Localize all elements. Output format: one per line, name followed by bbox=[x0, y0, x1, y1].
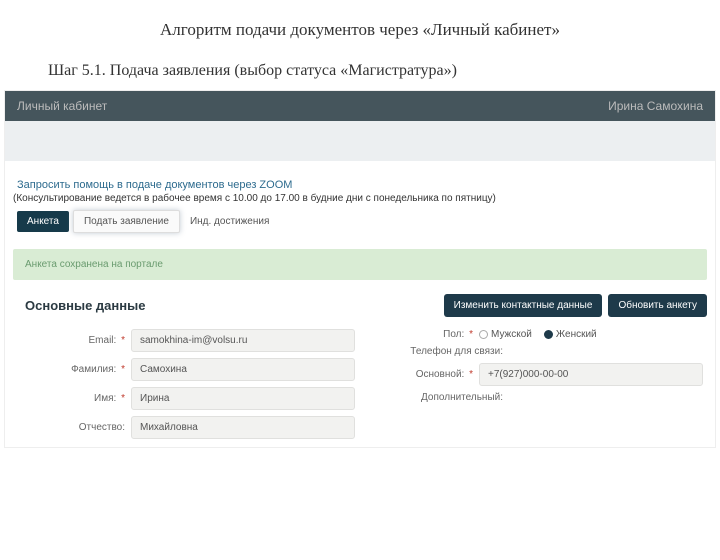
refresh-anketa-button[interactable]: Обновить анкету bbox=[608, 294, 707, 317]
tab-anketa[interactable]: Анкета bbox=[17, 211, 69, 232]
form-left-column: Email: * samokhina-im@volsu.ru Фамилия: … bbox=[17, 329, 355, 439]
name-label: Имя: * bbox=[17, 393, 125, 404]
name-field[interactable]: Ирина bbox=[131, 387, 355, 410]
form: Email: * samokhina-im@volsu.ru Фамилия: … bbox=[11, 327, 709, 439]
tab-submit-application[interactable]: Подать заявление bbox=[73, 210, 180, 233]
edit-contact-button[interactable]: Изменить контактные данные bbox=[444, 294, 603, 317]
topbar-user[interactable]: Ирина Самохина bbox=[608, 99, 703, 113]
tabs: Анкета Подать заявление Инд. достижения bbox=[17, 210, 709, 233]
surname-label: Фамилия: * bbox=[17, 364, 125, 375]
app-frame: Личный кабинет Ирина Самохина Запросить … bbox=[4, 90, 716, 448]
surname-field[interactable]: Самохина bbox=[131, 358, 355, 381]
topbar: Личный кабинет Ирина Самохина bbox=[5, 91, 715, 121]
zoom-help-link[interactable]: Запросить помощь в подаче документов чер… bbox=[17, 179, 709, 191]
saved-banner: Анкета сохранена на портале bbox=[13, 249, 707, 280]
main-phone-field[interactable]: +7(927)000-00-00 bbox=[479, 363, 703, 386]
zoom-help-note: (Консультирование ведется в рабочее врем… bbox=[13, 193, 709, 204]
slide-title: Алгоритм подачи документов через «Личный… bbox=[0, 20, 720, 40]
section-title: Основные данные bbox=[13, 298, 438, 313]
gender-male-radio[interactable]: Мужской bbox=[479, 329, 532, 340]
gender-female-radio[interactable]: Женский bbox=[544, 329, 597, 340]
gender-label: Пол: * bbox=[365, 329, 473, 340]
email-label: Email: * bbox=[17, 335, 125, 346]
slide-step: Шаг 5.1. Подача заявления (выбор статуса… bbox=[48, 62, 720, 80]
extra-phone-label: Дополнительный: bbox=[365, 392, 503, 403]
phone-section-label: Телефон для связи: bbox=[365, 346, 503, 357]
email-field[interactable]: samokhina-im@volsu.ru bbox=[131, 329, 355, 352]
patronymic-field[interactable]: Михайловна bbox=[131, 416, 355, 439]
banner-area bbox=[5, 121, 715, 161]
main-phone-label: Основной: * bbox=[365, 369, 473, 380]
topbar-brand[interactable]: Личный кабинет bbox=[17, 99, 107, 113]
section-header: Основные данные Изменить контактные данн… bbox=[13, 294, 707, 317]
form-right-column: Пол: * Мужской Женский Телефон для связи… bbox=[365, 329, 703, 439]
tab-achievements[interactable]: Инд. достижения bbox=[184, 211, 275, 232]
patronymic-label: Отчество: bbox=[17, 422, 125, 433]
